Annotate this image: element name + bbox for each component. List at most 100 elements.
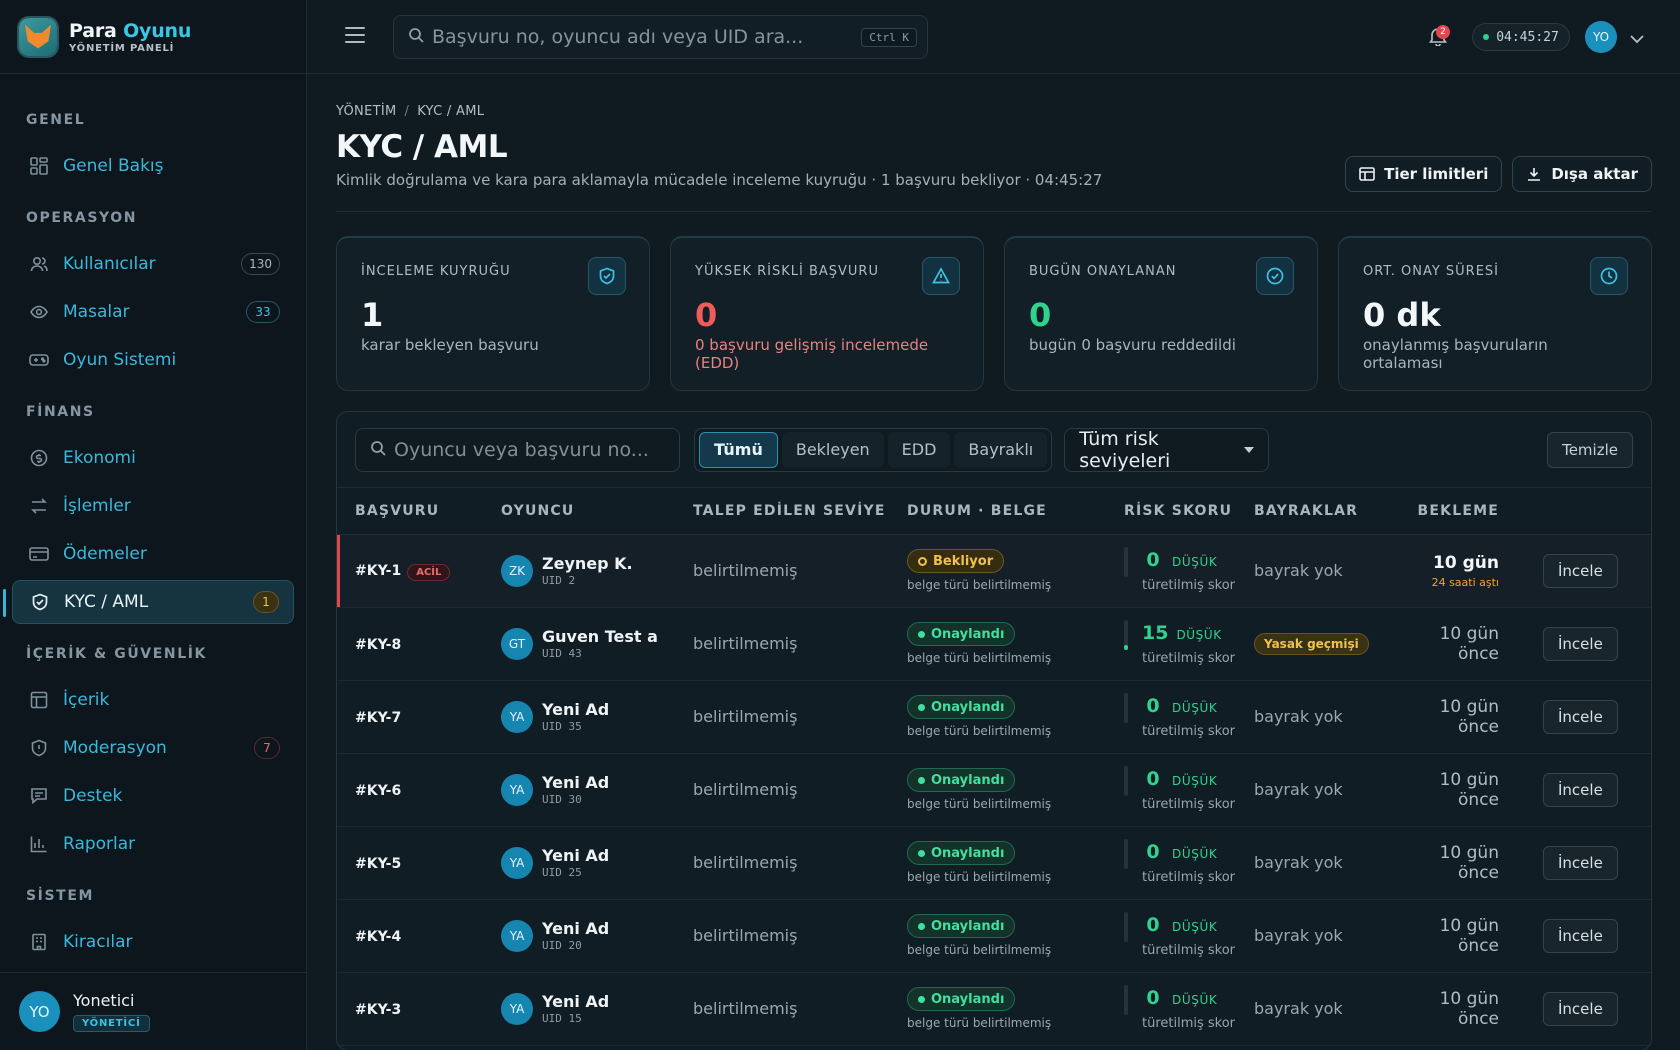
brand-title: Para Oyunu — [69, 20, 191, 42]
clear-filters-button[interactable]: Temizle — [1547, 431, 1633, 468]
review-button[interactable]: İncele — [1543, 772, 1618, 807]
player-name[interactable]: Guven Test a — [542, 627, 658, 646]
sidebar-item-genel-bakis[interactable]: Genel Bakış — [12, 144, 294, 188]
tab-bekleyen[interactable]: Bekleyen — [781, 431, 884, 468]
player-name[interactable]: Yeni Ad — [542, 773, 609, 792]
application-id[interactable]: #KY-1 — [355, 563, 401, 579]
table-row[interactable]: #KY-6 YA Yeni Ad UID 30 belirtilmemiş Onaylan… — [337, 753, 1651, 827]
wait-time: 10 gün önce — [1439, 915, 1499, 956]
document-type: belge türü belirtilmemiş — [907, 724, 1052, 738]
column-header[interactable]: BAYRAKLAR — [1236, 488, 1386, 535]
sidebar-item-label: İşlemler — [63, 496, 131, 516]
review-button[interactable]: İncele — [1543, 845, 1618, 880]
warning-icon — [922, 257, 960, 295]
clock-icon — [1590, 257, 1628, 295]
sidebar-item-oyun-sistemi[interactable]: Oyun Sistemi — [12, 338, 294, 382]
review-button[interactable]: İncele — [1543, 918, 1618, 953]
status-cell: Onaylandı belge türü belirtilmemiş — [889, 899, 1106, 973]
current-user[interactable]: YO Yonetici YÖNETİCİ — [0, 972, 306, 1050]
review-button[interactable]: İncele — [1543, 626, 1618, 661]
review-button[interactable]: İncele — [1543, 991, 1618, 1026]
brand[interactable]: Para Oyunu YÖNETİM PANELİ — [0, 0, 306, 74]
column-header[interactable]: TALEP EDİLEN SEVİYE — [675, 488, 889, 535]
sidebar-item-kyc-aml[interactable]: KYC / AML 1 — [3, 580, 294, 624]
status-label: Onaylandı — [931, 626, 1005, 642]
risk-note: türetilmiş skor — [1142, 650, 1236, 666]
sidebar-item-icerik[interactable]: İçerik — [12, 678, 294, 722]
requested-tier: belirtilmemiş — [693, 999, 798, 1018]
kpi-label: ORT. ONAY SÜRESİ — [1363, 264, 1499, 279]
avatar: YA — [501, 773, 533, 806]
column-header[interactable]: RİSK SKORU — [1106, 488, 1236, 535]
player-name[interactable]: Yeni Ad — [542, 846, 609, 865]
export-button[interactable]: Dışa aktar — [1512, 156, 1652, 192]
table-row[interactable]: #KY-7 YA Yeni Ad UID 35 belirtilmemiş Onaylan… — [337, 680, 1651, 754]
column-header[interactable]: DURUM · BELGE — [889, 488, 1106, 535]
risk-level-select[interactable]: Tüm risk seviyeleri — [1064, 427, 1270, 472]
player-cell: YA Yeni Ad UID 30 — [483, 753, 675, 827]
risk-score: 0 — [1146, 840, 1160, 863]
table-row[interactable]: #KY-4 YA Yeni Ad UID 20 belirtilmemiş Onaylan… — [337, 899, 1651, 973]
flags-cell: bayrak yok — [1236, 899, 1386, 973]
status-badge: Onaylandı — [907, 768, 1016, 792]
sidebar-item-destek[interactable]: Destek — [12, 774, 294, 818]
header-actions: Tier limitleri Dışa aktar — [1345, 156, 1652, 192]
column-header[interactable]: BEKLEME — [1386, 488, 1525, 535]
sidebar-item-islemler[interactable]: İşlemler — [12, 484, 294, 528]
risk-score: 15 — [1142, 621, 1169, 644]
player-cell: YA Yeni Ad UID 20 — [483, 899, 675, 973]
column-header[interactable]: OYUNCU — [483, 488, 675, 535]
nav-section-sistem: SİSTEM — [26, 888, 95, 904]
shield-check-icon — [30, 592, 50, 612]
topbar: Başvuru no, oyuncu adı veya UID ara... C… — [307, 0, 1680, 74]
status-dot-icon — [1483, 34, 1490, 40]
application-cell: #KY-5 — [337, 826, 483, 900]
application-id[interactable]: #KY-8 — [355, 637, 401, 653]
table-search-input[interactable]: Oyuncu veya başvuru no... — [355, 427, 680, 472]
sidebar-item-ekonomi[interactable]: Ekonomi — [12, 436, 294, 480]
sidebar-item-moderasyon[interactable]: Moderasyon 7 — [12, 726, 294, 770]
risk-meter — [1124, 984, 1128, 1015]
sidebar-item-masalar[interactable]: Masalar 33 — [12, 290, 294, 334]
player-name[interactable]: Zeynep K. — [542, 554, 633, 573]
review-button[interactable]: İncele — [1543, 699, 1618, 734]
shortcut-hint: Ctrl K — [861, 27, 917, 47]
flag-none: bayrak yok — [1254, 926, 1343, 945]
chevron-down-icon[interactable] — [1629, 30, 1645, 44]
application-id[interactable]: #KY-7 — [355, 710, 401, 726]
avatar[interactable]: YO — [1585, 21, 1617, 53]
menu-icon[interactable] — [345, 27, 365, 43]
risk-note: türetilmiş skor — [1142, 796, 1236, 812]
player-name[interactable]: Yeni Ad — [542, 700, 609, 719]
sidebar-item-kullanicilar[interactable]: Kullanıcılar 130 — [12, 242, 294, 286]
tab-bayrakli[interactable]: Bayraklı — [954, 431, 1048, 468]
table-row[interactable]: #KY-3 YA Yeni Ad UID 15 belirtilmemiş Onaylan… — [337, 972, 1651, 1046]
application-id[interactable]: #KY-6 — [355, 783, 401, 799]
status-label: Onaylandı — [931, 699, 1005, 715]
status-dot-icon — [918, 703, 925, 711]
status-cell: Onaylandı belge türü belirtilmemiş — [889, 753, 1106, 827]
risk-cell: 0 DÜŞÜK türetilmiş skor — [1106, 680, 1236, 754]
application-id[interactable]: #KY-5 — [355, 856, 401, 872]
sidebar-item-raporlar[interactable]: Raporlar — [12, 822, 294, 866]
breadcrumb-item[interactable]: YÖNETİM — [336, 104, 397, 119]
application-id[interactable]: #KY-3 — [355, 1002, 401, 1018]
tier-limits-button[interactable]: Tier limitleri — [1345, 156, 1503, 192]
building-icon — [29, 932, 49, 952]
table-row[interactable]: #KY-8 GT Guven Test a UID 43 belirtilmemiş On… — [337, 607, 1651, 681]
sidebar-item-label: Genel Bakış — [63, 156, 164, 176]
tab-tumu[interactable]: Tümü — [699, 431, 778, 468]
player-name[interactable]: Yeni Ad — [542, 919, 609, 938]
column-header[interactable]: BAŞVURU — [337, 488, 483, 535]
global-search-input[interactable]: Başvuru no, oyuncu adı veya UID ara... C… — [393, 15, 928, 59]
sidebar-item-odemeler[interactable]: Ödemeler — [12, 532, 294, 576]
sidebar-item-kiracilar[interactable]: Kiracılar — [12, 920, 294, 964]
sidebar-item-label: İçerik — [63, 690, 110, 710]
action-cell: İncele — [1525, 607, 1651, 681]
review-button[interactable]: İncele — [1543, 553, 1618, 588]
table-row[interactable]: #KY-1 ACİL ZK Zeynep K. UID 2 belirtilmemiş Be… — [337, 534, 1651, 608]
tab-edd[interactable]: EDD — [887, 431, 951, 468]
application-id[interactable]: #KY-4 — [355, 929, 401, 945]
table-row[interactable]: #KY-5 YA Yeni Ad UID 25 belirtilmemiş Onaylan… — [337, 826, 1651, 900]
player-name[interactable]: Yeni Ad — [542, 992, 609, 1011]
